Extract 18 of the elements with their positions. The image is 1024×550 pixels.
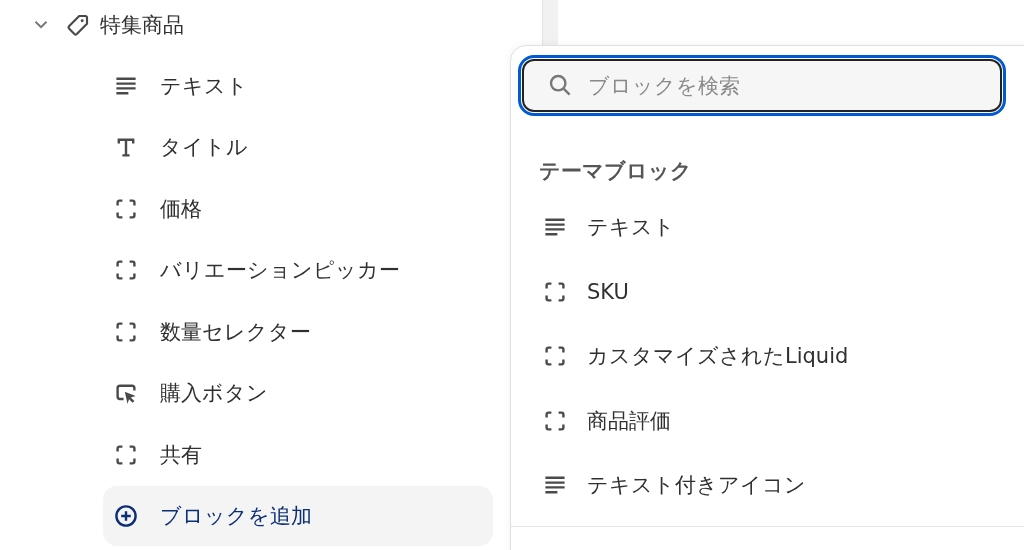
block-item[interactable]: 購入ボタン (160, 379, 268, 408)
search-icon (548, 73, 572, 97)
block-item[interactable]: タイトル (160, 133, 248, 162)
block-option[interactable]: SKU (587, 279, 629, 304)
group-heading: テーマブロック (539, 158, 693, 185)
block-item[interactable]: 数量セレクター (160, 317, 311, 346)
block-item[interactable]: テキスト (160, 71, 248, 100)
block-item[interactable]: バリエーションピッカー (160, 256, 400, 285)
block-option[interactable]: テキスト付きアイコン (587, 471, 806, 500)
block-option[interactable]: テキスト (587, 213, 675, 242)
block-item[interactable]: 共有 (160, 440, 202, 469)
add-block-button[interactable]: ブロックを追加 (103, 485, 493, 546)
section-title[interactable]: 特集商品 (100, 11, 184, 39)
block-item[interactable]: 価格 (160, 194, 202, 223)
plus-circle-icon (114, 503, 138, 528)
block-option[interactable]: カスタマイズされたLiquid (587, 342, 849, 371)
tag-icon (66, 13, 90, 37)
block-option[interactable]: 商品評価 (587, 406, 671, 435)
